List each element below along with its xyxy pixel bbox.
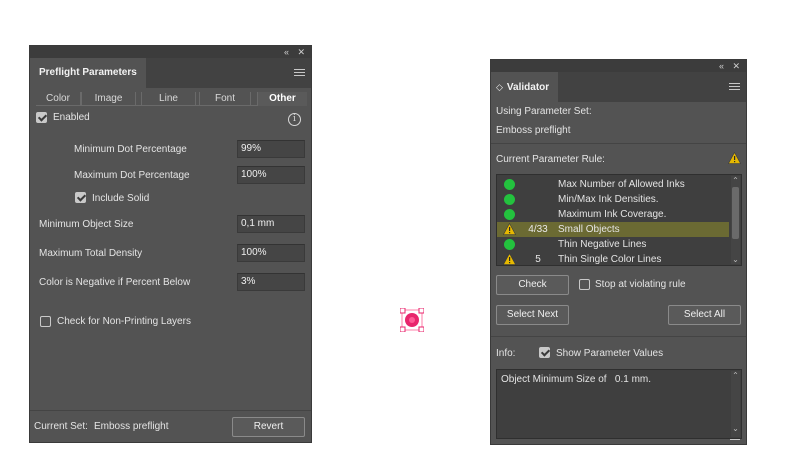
- rule-row[interactable]: Maximum Ink Coverage.: [497, 207, 729, 222]
- negative-percent-label: Color is Negative if Percent Below: [39, 277, 191, 288]
- show-parameter-values-label: Show Parameter Values: [556, 348, 664, 359]
- rule-name: Small Objects: [558, 224, 620, 235]
- tab-other[interactable]: Other: [257, 92, 307, 106]
- max-total-density-label: Maximum Total Density: [39, 248, 143, 259]
- current-set-value: Emboss preflight: [94, 421, 169, 432]
- panel-menu-icon[interactable]: [294, 69, 305, 77]
- cursor-marker: [400, 308, 424, 332]
- panel-menu-icon[interactable]: [729, 83, 740, 91]
- tab-color[interactable]: Color: [36, 92, 81, 106]
- max-total-density-field[interactable]: 100%: [237, 244, 305, 262]
- tab-font[interactable]: Font: [199, 92, 251, 106]
- rule-name: Maximum Ink Coverage.: [558, 209, 667, 220]
- status-ok-icon: [504, 179, 515, 190]
- status-ok-icon: [504, 194, 515, 205]
- revert-button[interactable]: Revert: [232, 417, 305, 437]
- panel-title-strip: « ✕: [30, 46, 311, 58]
- min-dot-label: Minimum Dot Percentage: [74, 144, 187, 155]
- stop-at-violating-checkbox[interactable]: [579, 279, 590, 290]
- status-ok-icon: [504, 209, 515, 220]
- rule-name: Thin Negative Lines: [558, 239, 647, 250]
- enabled-label: Enabled: [53, 112, 90, 123]
- info-text-area[interactable]: Object Minimum Size of 0.1 mm. ⌃ ⌄: [496, 369, 742, 439]
- stop-at-violating-label: Stop at violating rule: [595, 279, 686, 290]
- using-set-label: Using Parameter Set:: [496, 106, 592, 117]
- validator-panel: « ✕ ◇ Validator Using Parameter Set: Embo…: [490, 59, 747, 445]
- show-parameter-values-checkbox[interactable]: [539, 347, 550, 358]
- info-scrollbar[interactable]: ⌃ ⌄: [731, 371, 740, 437]
- rule-name: Min/Max Ink Densities.: [558, 194, 659, 205]
- current-set-label: Current Set:: [34, 421, 88, 432]
- panel-title-strip: « ✕: [491, 60, 746, 72]
- min-object-size-field[interactable]: 0,1 mm: [237, 215, 305, 233]
- category-tabs: Color Image Line Font Other: [36, 92, 307, 106]
- negative-percent-field[interactable]: 3%: [237, 273, 305, 291]
- include-solid-checkbox[interactable]: [75, 192, 86, 203]
- using-set-value: Emboss preflight: [496, 125, 571, 136]
- close-icon[interactable]: ✕: [732, 60, 740, 72]
- rule-name: Max Number of Allowed Inks: [558, 179, 685, 190]
- info-label: Info:: [496, 348, 516, 359]
- rule-list-scrollbar[interactable]: ⌃ ⌄: [731, 176, 740, 264]
- rule-list[interactable]: Max Number of Allowed Inks Min/Max Ink D…: [496, 174, 742, 266]
- rule-count: 5: [535, 254, 541, 265]
- non-printing-layers-checkbox[interactable]: [40, 316, 51, 327]
- rule-row[interactable]: Min/Max Ink Densities.: [497, 192, 729, 207]
- collapse-icon[interactable]: «: [284, 46, 289, 58]
- close-icon[interactable]: ✕: [297, 46, 305, 58]
- include-solid-label: Include Solid: [92, 193, 150, 204]
- non-printing-layers-label: Check for Non-Printing Layers: [57, 316, 191, 327]
- panel-options-icon: ◇: [496, 82, 503, 92]
- check-button[interactable]: Check: [496, 275, 569, 295]
- scroll-thumb[interactable]: [732, 187, 739, 239]
- scroll-down-icon[interactable]: ⌄: [731, 424, 740, 433]
- min-object-size-label: Minimum Object Size: [39, 219, 134, 230]
- status-ok-icon: [504, 239, 515, 250]
- validator-title: Validator: [506, 82, 550, 93]
- info-icon[interactable]: i: [288, 113, 301, 126]
- status-warning-icon: [503, 253, 516, 265]
- panel-tab-row: ◇ Validator: [491, 72, 746, 102]
- current-rule-label: Current Parameter Rule:: [496, 154, 605, 165]
- tab-validator[interactable]: ◇ Validator: [491, 72, 559, 102]
- resize-grip[interactable]: [730, 439, 740, 440]
- min-dot-field[interactable]: 99%: [237, 140, 305, 158]
- collapse-icon[interactable]: «: [719, 60, 724, 72]
- panel-tab-row: Preflight Parameters: [30, 58, 311, 88]
- tab-preflight-parameters[interactable]: Preflight Parameters: [30, 58, 146, 88]
- rule-count: 4/33: [528, 224, 548, 235]
- info-text: Object Minimum Size of 0.1 mm.: [501, 374, 652, 385]
- tab-image[interactable]: Image: [81, 92, 136, 106]
- scroll-up-icon[interactable]: ⌃: [731, 176, 740, 185]
- tab-line[interactable]: Line: [141, 92, 196, 106]
- rule-row-selected[interactable]: 4/33 Small Objects: [497, 222, 729, 237]
- max-dot-label: Maximum Dot Percentage: [74, 170, 190, 181]
- section-divider: [491, 143, 746, 144]
- status-warning-icon: [503, 223, 516, 235]
- rule-row[interactable]: Max Number of Allowed Inks: [497, 177, 729, 192]
- warning-icon: [728, 152, 741, 164]
- preflight-parameters-panel: « ✕ Preflight Parameters Color Image Lin…: [29, 45, 312, 443]
- scroll-down-icon[interactable]: ⌄: [731, 255, 740, 264]
- rule-name: Thin Single Color Lines: [558, 254, 662, 265]
- footer-divider: [30, 410, 311, 411]
- scroll-up-icon[interactable]: ⌃: [731, 371, 740, 380]
- max-dot-field[interactable]: 100%: [237, 166, 305, 184]
- rule-row[interactable]: Thin Negative Lines: [497, 237, 729, 252]
- section-divider: [491, 336, 746, 337]
- enabled-checkbox[interactable]: [36, 112, 47, 123]
- rule-row[interactable]: 5 Thin Single Color Lines: [497, 252, 729, 265]
- select-all-button[interactable]: Select All: [668, 305, 741, 325]
- select-next-button[interactable]: Select Next: [496, 305, 569, 325]
